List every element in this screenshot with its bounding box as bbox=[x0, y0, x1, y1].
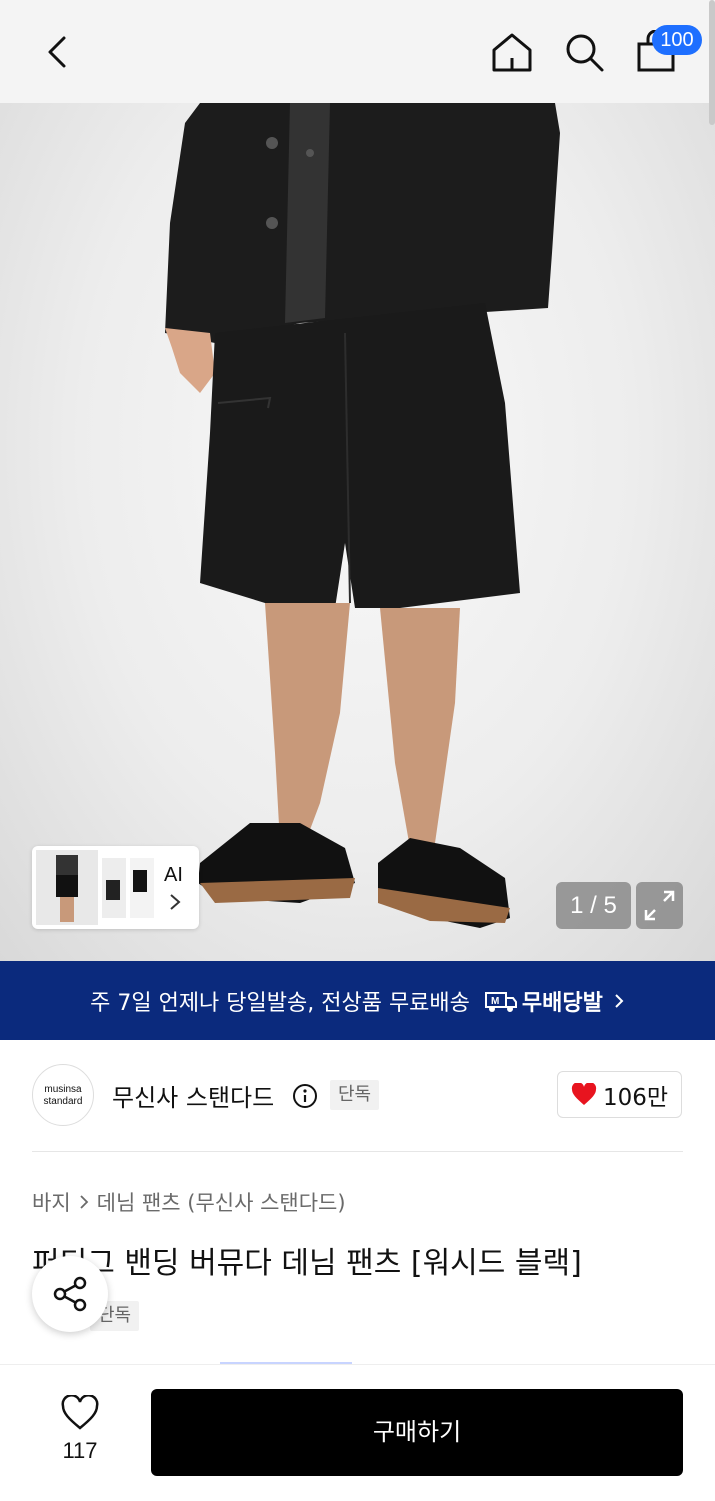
product-photo bbox=[165, 103, 560, 928]
delivery-promo-banner[interactable]: 주 7일 언제나 당일발송, 전상품 무료배송 M 무배당발 bbox=[0, 961, 715, 1040]
svg-text:M: M bbox=[491, 996, 499, 1007]
share-icon bbox=[53, 1276, 87, 1312]
banner-text: 주 7일 언제나 당일발송, 전상품 무료배송 bbox=[90, 990, 470, 1016]
home-icon[interactable] bbox=[490, 30, 534, 74]
share-button[interactable] bbox=[32, 1256, 108, 1332]
chevron-right-icon bbox=[615, 993, 624, 1008]
ai-label: AI bbox=[164, 864, 183, 886]
delivery-brand-text: 무배당발 bbox=[521, 990, 603, 1016]
cart-count-badge: 100 bbox=[652, 25, 702, 55]
brand-like-button[interactable]: 106만 bbox=[557, 1071, 682, 1118]
divider bbox=[32, 1151, 683, 1152]
brand-logo-line1: musinsa bbox=[44, 1084, 82, 1095]
wish-count: 117 bbox=[62, 1438, 98, 1463]
delivery-brand-logo: M 무배당발 bbox=[484, 985, 603, 1017]
buy-button[interactable]: 구매하기 bbox=[151, 1389, 683, 1476]
breadcrumb-item[interactable]: 바지 bbox=[32, 1187, 71, 1217]
search-icon[interactable] bbox=[562, 30, 606, 74]
brand-like-count: 106만 bbox=[602, 1084, 669, 1111]
ai-thumbnail-images bbox=[36, 850, 154, 925]
image-counter: 1 / 5 bbox=[556, 882, 631, 929]
expand-icon bbox=[644, 890, 675, 921]
delivery-truck-icon: M bbox=[484, 991, 517, 1012]
chevron-left-icon[interactable] bbox=[38, 30, 78, 74]
brand-name[interactable]: 무신사 스탠다드 bbox=[112, 1078, 274, 1113]
heart-filled-icon bbox=[571, 1082, 597, 1105]
heart-outline-icon[interactable] bbox=[60, 1395, 100, 1431]
info-icon[interactable] bbox=[292, 1083, 318, 1109]
brand-logo[interactable]: musinsa standard bbox=[32, 1064, 94, 1126]
product-title: 퍼티그 밴딩 버뮤다 데님 팬츠 [워시드 블랙] bbox=[32, 1246, 582, 1281]
exclusive-tag: 단독 bbox=[330, 1080, 380, 1110]
expand-image-button[interactable] bbox=[636, 882, 683, 929]
ai-recommendation-card[interactable]: AI bbox=[32, 846, 199, 929]
breadcrumb: 바지 데님 팬츠 (무신사 스탠다드) bbox=[32, 1187, 346, 1217]
top-navigation-bar: 100 bbox=[0, 0, 715, 103]
breadcrumb-item[interactable]: 데님 팬츠 (무신사 스탠다드) bbox=[97, 1187, 346, 1217]
chevron-right-icon bbox=[80, 1195, 88, 1209]
scrollbar[interactable] bbox=[709, 0, 715, 125]
product-image-gallery[interactable]: AI 1 / 5 bbox=[0, 103, 715, 961]
brand-logo-line2: standard bbox=[43, 1096, 83, 1107]
chevron-right-icon bbox=[170, 894, 181, 910]
